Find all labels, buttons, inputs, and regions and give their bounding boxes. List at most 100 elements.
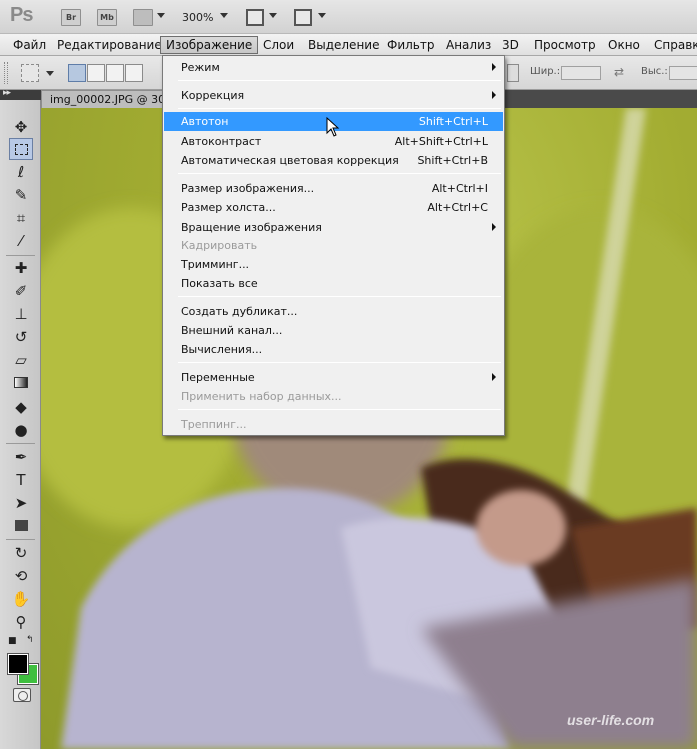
- menu-item-shortcut: Shift+Ctrl+L: [418, 115, 488, 128]
- tool-separator: [6, 443, 35, 444]
- menu-item-label: Тримминг...: [181, 258, 250, 271]
- menu-item-label: Режим: [181, 61, 220, 74]
- quick-select-tool-icon[interactable]: ✎: [9, 184, 33, 206]
- menu-help[interactable]: Справка: [649, 36, 697, 54]
- watermark-text: user-life.com: [567, 712, 655, 728]
- menu-item-variables[interactable]: Переменные: [164, 368, 503, 387]
- menu-filter[interactable]: Фильтр: [382, 36, 439, 54]
- submenu-arrow-icon: [492, 63, 496, 71]
- new-selection-icon[interactable]: [68, 64, 86, 82]
- menu-layers[interactable]: Слои: [258, 36, 299, 54]
- bridge-button[interactable]: Br: [61, 9, 81, 26]
- menu-item-trap: Треппинг...: [164, 415, 503, 434]
- menu-bar: Файл Редактирование Изображение Слои Выд…: [0, 34, 697, 56]
- menu-separator: [178, 80, 501, 81]
- menu-item-calculations[interactable]: Вычисления...: [164, 340, 503, 359]
- collapse-icon[interactable]: ▸▸: [3, 88, 11, 98]
- menu-item-reveal-all[interactable]: Показать все: [164, 274, 503, 293]
- style-dropdown-icon[interactable]: [507, 64, 519, 82]
- subtract-selection-icon[interactable]: [106, 64, 124, 82]
- zoom-level[interactable]: 300%: [182, 9, 213, 26]
- tool-separator: [6, 255, 35, 256]
- menu-item-label: Треппинг...: [181, 418, 247, 431]
- gradient-tool-icon[interactable]: [9, 372, 33, 394]
- type-tool-icon[interactable]: T: [9, 469, 33, 491]
- arrange-documents-icon[interactable]: [246, 9, 264, 26]
- lasso-tool-icon[interactable]: ℓ: [9, 161, 33, 183]
- chevron-down-icon[interactable]: [46, 71, 54, 76]
- menu-3d[interactable]: 3D: [497, 36, 524, 54]
- brush-tool-icon[interactable]: ✐: [9, 280, 33, 302]
- menu-item-canvas-size[interactable]: Размер холста... Alt+Ctrl+C: [164, 198, 503, 217]
- hand-tool-icon[interactable]: ✋: [9, 588, 33, 610]
- menu-item-duplicate[interactable]: Создать дубликат...: [164, 302, 503, 321]
- menu-analysis[interactable]: Анализ: [441, 36, 496, 54]
- menu-item-shortcut: Alt+Ctrl+I: [431, 182, 488, 195]
- menu-item-apply-image[interactable]: Внешний канал...: [164, 321, 503, 340]
- screen-mode-icon[interactable]: [294, 9, 312, 26]
- zoom-tool-icon[interactable]: ⚲: [9, 611, 33, 633]
- chevron-down-icon[interactable]: [157, 13, 165, 18]
- menu-item-image-rotation[interactable]: Вращение изображения: [164, 218, 503, 237]
- menu-item-label: Размер изображения...: [181, 182, 315, 195]
- menu-select[interactable]: Выделение: [303, 36, 384, 54]
- menu-item-shortcut: Shift+Ctrl+B: [417, 154, 488, 167]
- dodge-tool-icon[interactable]: ●: [9, 419, 33, 441]
- width-label: Шир.:: [530, 66, 561, 77]
- swap-colors-icon[interactable]: ↰: [26, 635, 34, 645]
- eyedropper-tool-icon[interactable]: ⁄: [9, 230, 33, 252]
- menu-file[interactable]: Файл: [8, 36, 51, 54]
- pen-tool-icon[interactable]: ✒: [9, 446, 33, 468]
- eraser-tool-icon[interactable]: ▱: [9, 349, 33, 371]
- menu-item-apply-data-set: Применить набор данных...: [164, 387, 503, 406]
- menu-item-label: Создать дубликат...: [181, 305, 298, 318]
- menu-item-shortcut: Alt+Shift+Ctrl+L: [394, 135, 488, 148]
- options-grip[interactable]: [4, 62, 8, 84]
- tools-panel-header[interactable]: ▸▸: [0, 88, 41, 100]
- 3d-orbit-tool-icon[interactable]: ⟲: [9, 565, 33, 587]
- menu-item-shortcut: Alt+Ctrl+C: [427, 201, 488, 214]
- path-select-tool-icon[interactable]: ➤: [9, 492, 33, 514]
- chevron-down-icon[interactable]: [269, 13, 277, 18]
- menu-item-label: Автоконтраст: [181, 135, 262, 148]
- view-extras-button[interactable]: [133, 9, 153, 26]
- rect-marquee-tool-icon[interactable]: [9, 138, 33, 160]
- menu-separator: [178, 409, 501, 410]
- foreground-color-swatch[interactable]: [7, 653, 29, 675]
- menu-edit[interactable]: Редактирование: [52, 36, 167, 54]
- document-tab[interactable]: img_00002.JPG @ 300: [41, 90, 165, 108]
- menu-item-crop: Кадрировать: [164, 236, 503, 255]
- width-field[interactable]: [561, 66, 601, 80]
- menu-item-adjustments[interactable]: Коррекция: [164, 86, 503, 105]
- menu-item-auto-color[interactable]: Автоматическая цветовая коррекция Shift+…: [164, 151, 503, 170]
- submenu-arrow-icon: [492, 223, 496, 231]
- intersect-selection-icon[interactable]: [125, 64, 143, 82]
- swap-dimensions-icon[interactable]: ⇄: [614, 65, 624, 79]
- marquee-preset-icon[interactable]: [21, 64, 39, 82]
- quick-mask-icon[interactable]: [13, 688, 31, 702]
- menu-item-label: Вращение изображения: [181, 221, 322, 234]
- menu-window[interactable]: Окно: [603, 36, 645, 54]
- blur-tool-icon[interactable]: ◆: [9, 396, 33, 418]
- add-selection-icon[interactable]: [87, 64, 105, 82]
- crop-tool-icon[interactable]: ⌗: [9, 207, 33, 229]
- menu-separator: [178, 173, 501, 174]
- move-tool-icon[interactable]: ✥: [9, 116, 33, 138]
- chevron-down-icon[interactable]: [220, 13, 228, 18]
- shape-tool-icon[interactable]: [9, 515, 33, 537]
- menu-item-mode[interactable]: Режим: [164, 58, 503, 77]
- mini-bridge-button[interactable]: Mb: [97, 9, 117, 26]
- healing-brush-tool-icon[interactable]: ✚: [9, 257, 33, 279]
- menu-item-image-size[interactable]: Размер изображения... Alt+Ctrl+I: [164, 179, 503, 198]
- history-brush-tool-icon[interactable]: ↺: [9, 326, 33, 348]
- default-colors-icon[interactable]: ■: [8, 636, 17, 646]
- height-field[interactable]: [669, 66, 697, 80]
- menu-view[interactable]: Просмотр: [529, 36, 601, 54]
- chevron-down-icon[interactable]: [318, 13, 326, 18]
- menu-item-trim[interactable]: Тримминг...: [164, 255, 503, 274]
- menu-image[interactable]: Изображение: [160, 36, 259, 54]
- mouse-cursor-icon: [326, 117, 340, 137]
- menu-separator: [178, 108, 501, 109]
- 3d-rotate-tool-icon[interactable]: ↻: [9, 542, 33, 564]
- clone-stamp-tool-icon[interactable]: ⊥: [9, 303, 33, 325]
